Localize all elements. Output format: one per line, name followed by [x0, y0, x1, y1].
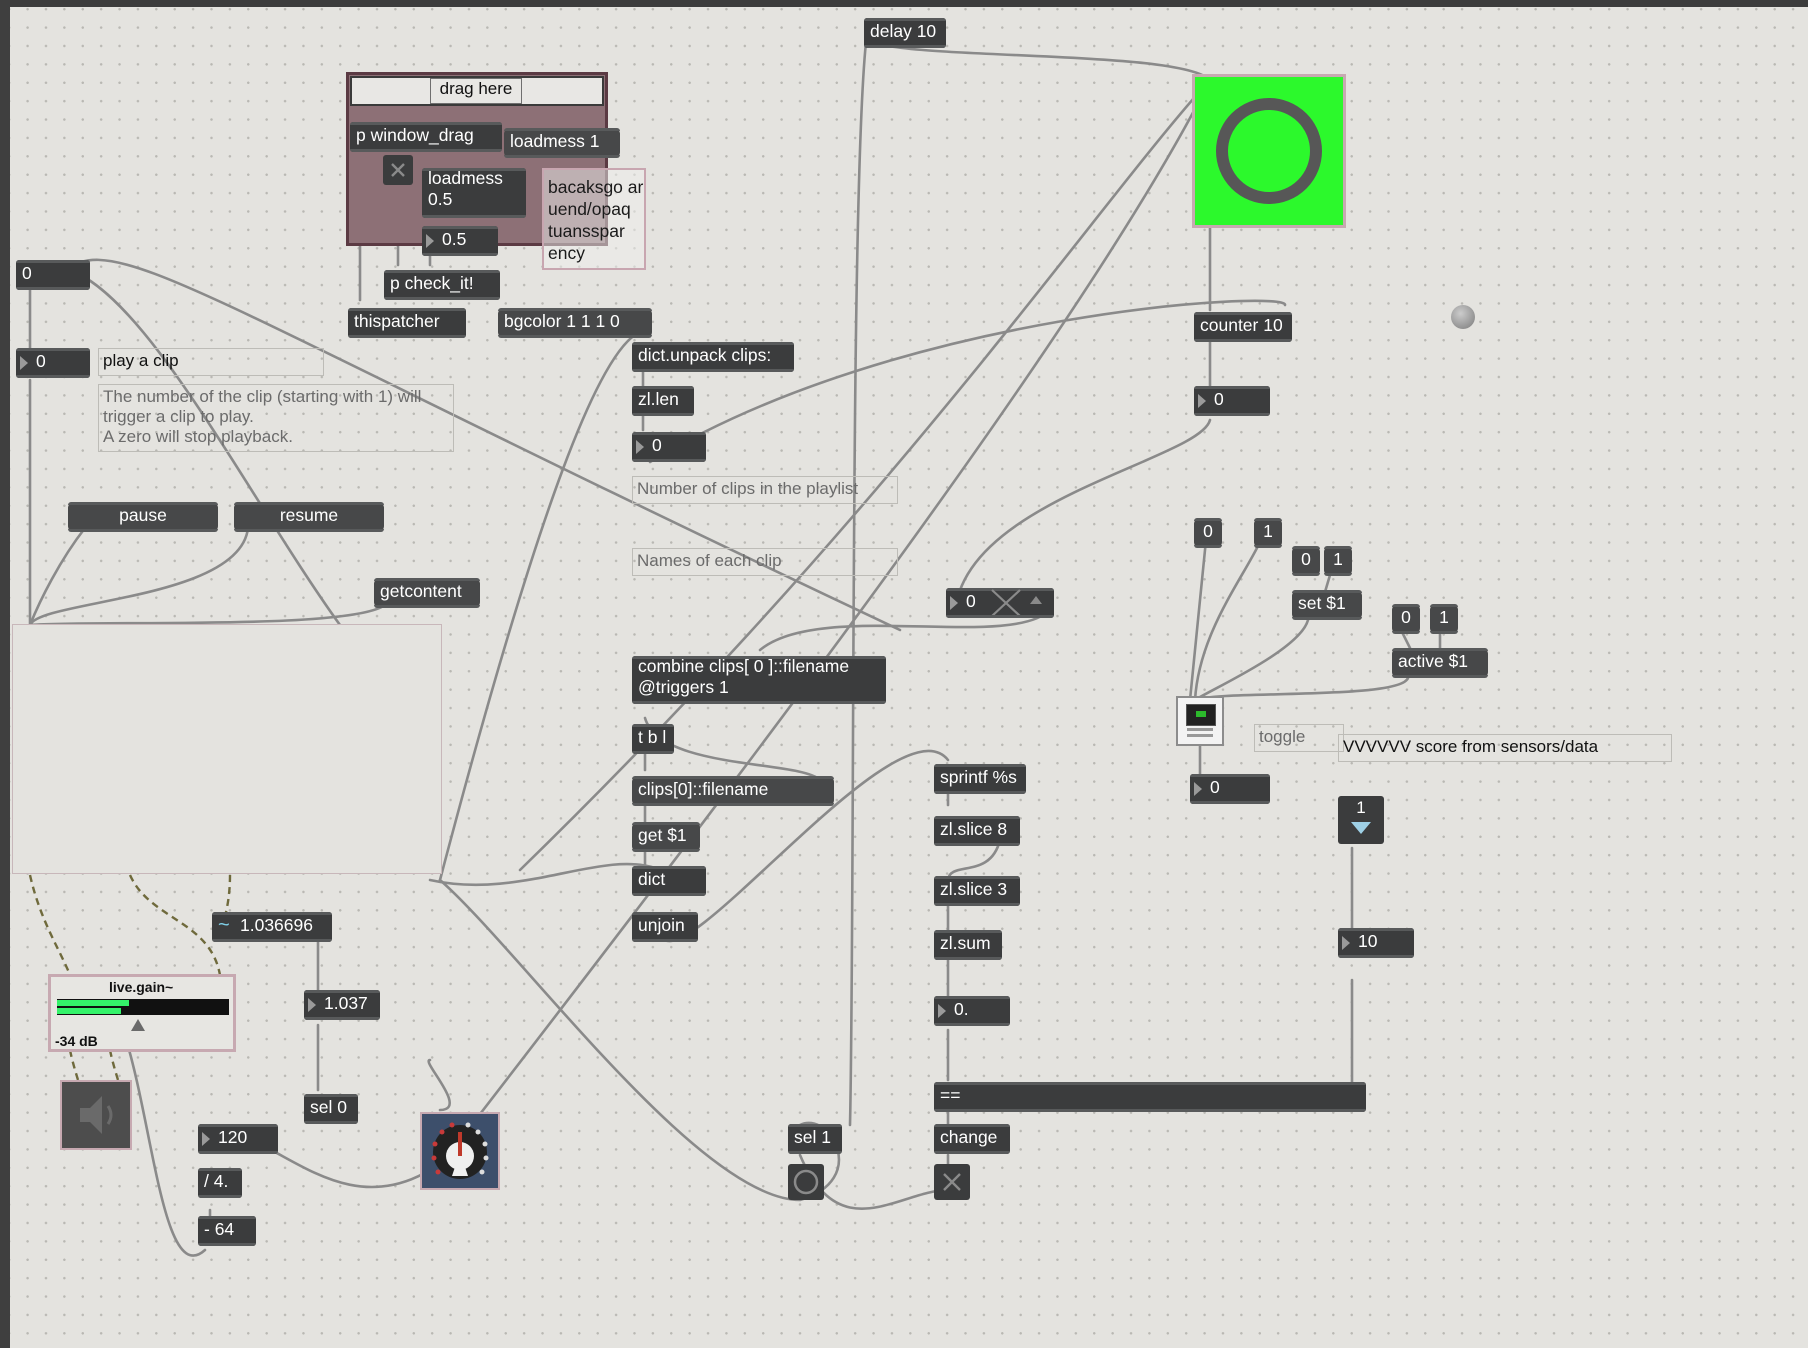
active-1-message[interactable]: active $1 [1392, 648, 1488, 678]
delay-10-object[interactable]: delay 10 [864, 18, 946, 48]
speaker-icon [80, 1096, 113, 1134]
down-triangle-icon [1351, 822, 1371, 834]
dict-unpack-object[interactable]: dict.unpack clips: [632, 342, 794, 372]
slider-value-box[interactable]: 1 [1338, 796, 1384, 844]
small-grey-dot-icon [1451, 305, 1475, 329]
number-box-counter[interactable]: 0 [1194, 386, 1270, 416]
bang-button-bottom[interactable] [788, 1164, 824, 1200]
slider-value: 1 [1356, 798, 1366, 817]
bang-x-box[interactable] [383, 155, 413, 185]
p-window-drag-object[interactable]: p window_drag [350, 122, 502, 152]
number-of-clips-comment: Number of clips in the playlist [632, 476, 898, 504]
number-box-10[interactable]: 10 [1338, 928, 1414, 958]
live-gain-label: live.gain~ [109, 979, 174, 995]
number-box-toggle-out[interactable]: 0 [1190, 774, 1270, 804]
toggle-screen-icon [1186, 704, 1216, 726]
combine-object[interactable]: combine clips[ 0 ]::filename @triggers 1 [632, 656, 886, 704]
dict-object[interactable]: dict [632, 866, 706, 896]
number-box-sum[interactable]: 0. [934, 996, 1010, 1026]
tempo-dial[interactable] [420, 1112, 500, 1190]
toggle-device[interactable] [1176, 696, 1224, 746]
green-bang-button[interactable] [1192, 74, 1346, 228]
number-box-play[interactable]: 0 [16, 348, 90, 378]
speaker-dac-button[interactable] [60, 1080, 132, 1150]
play-a-clip-comment: play a clip [98, 348, 324, 376]
transparency-comment-lines: bacaksgo ar uend/opaq tuansspar ency [548, 177, 644, 263]
thispatcher-object[interactable]: thispatcher [348, 308, 466, 338]
set-1-message[interactable]: set $1 [1292, 590, 1362, 620]
message-1-a[interactable]: 1 [1254, 518, 1282, 548]
loadmess-05-object[interactable]: loadmess 0.5 [422, 168, 526, 218]
p-check-it-object[interactable]: p check_it! [384, 270, 500, 300]
t-b-l-object[interactable]: t b l [632, 724, 674, 754]
number-box-top[interactable]: 0 [16, 260, 90, 290]
minus-64-object[interactable]: - 64 [198, 1216, 256, 1246]
number-box-len[interactable]: 0 [632, 432, 706, 462]
zl-slice-8-object[interactable]: zl.slice 8 [934, 816, 1020, 846]
live-gain-slider[interactable]: live.gain~ -34 dB [48, 974, 236, 1052]
bang-x-bottom[interactable] [934, 1164, 970, 1200]
gain-db-readout: -34 dB [55, 1033, 98, 1049]
zl-sum-object[interactable]: zl.sum [934, 930, 1002, 960]
tilde-icon: ~ [218, 914, 230, 936]
message-1-b[interactable]: 1 [1324, 546, 1352, 576]
change-object[interactable]: change [934, 1124, 1010, 1154]
small-up-icon [1030, 596, 1042, 604]
sel-0-object[interactable]: sel 0 [304, 1094, 358, 1124]
clips-filename-message[interactable]: clips[0]::filename [632, 776, 834, 806]
number-box-120[interactable]: 120 [198, 1124, 278, 1154]
number-box-1037[interactable]: 1.037 [304, 990, 380, 1020]
gain-meter-fill [57, 1000, 129, 1006]
loadmess-1-object[interactable]: loadmess 1 [504, 128, 620, 158]
equals-object[interactable]: == [934, 1082, 1366, 1112]
zl-slice-3-object[interactable]: zl.slice 3 [934, 876, 1020, 906]
message-0-b[interactable]: 0 [1292, 546, 1320, 576]
unjoin-object[interactable]: unjoin [632, 912, 698, 942]
message-0-a[interactable]: 0 [1194, 518, 1222, 548]
pause-message[interactable]: pause [68, 502, 218, 532]
message-0-c[interactable]: 0 [1392, 604, 1420, 634]
sprintf-object[interactable]: sprintf %s [934, 764, 1026, 794]
zl-len-object[interactable]: zl.len [632, 386, 694, 416]
clip-help-comment: The number of the clip (starting with 1)… [98, 384, 454, 452]
resume-message[interactable]: resume [234, 502, 384, 532]
gain-meter [57, 999, 229, 1015]
signal-number-box[interactable]: ~ 1.036696 [212, 912, 332, 942]
number-box-x[interactable]: 0 [946, 588, 1054, 618]
number-box-05[interactable]: 0.5 [422, 226, 498, 256]
bgcolor-message[interactable]: bgcolor 1 1 1 0 [498, 308, 652, 338]
sel-1-object[interactable]: sel 1 [788, 1124, 842, 1154]
get-message[interactable]: get $1 [632, 822, 700, 852]
cross-icon [991, 589, 1021, 617]
drag-here-label[interactable]: drag here [430, 78, 522, 104]
gain-meter-fill-2 [57, 1008, 121, 1014]
gain-slider-handle-icon[interactable] [131, 1019, 145, 1031]
message-1-c[interactable]: 1 [1430, 604, 1458, 634]
counter-10-object[interactable]: counter 10 [1194, 312, 1292, 342]
score-comment: VVVVVV score from sensors/data [1338, 734, 1672, 762]
getcontent-message[interactable]: getcontent [374, 578, 480, 608]
names-of-each-clip-comment: Names of each clip [632, 548, 898, 576]
divide-4-object[interactable]: / 4. [198, 1168, 242, 1198]
playlist-panel[interactable] [12, 624, 442, 874]
toggle-comment: toggle [1254, 724, 1344, 752]
